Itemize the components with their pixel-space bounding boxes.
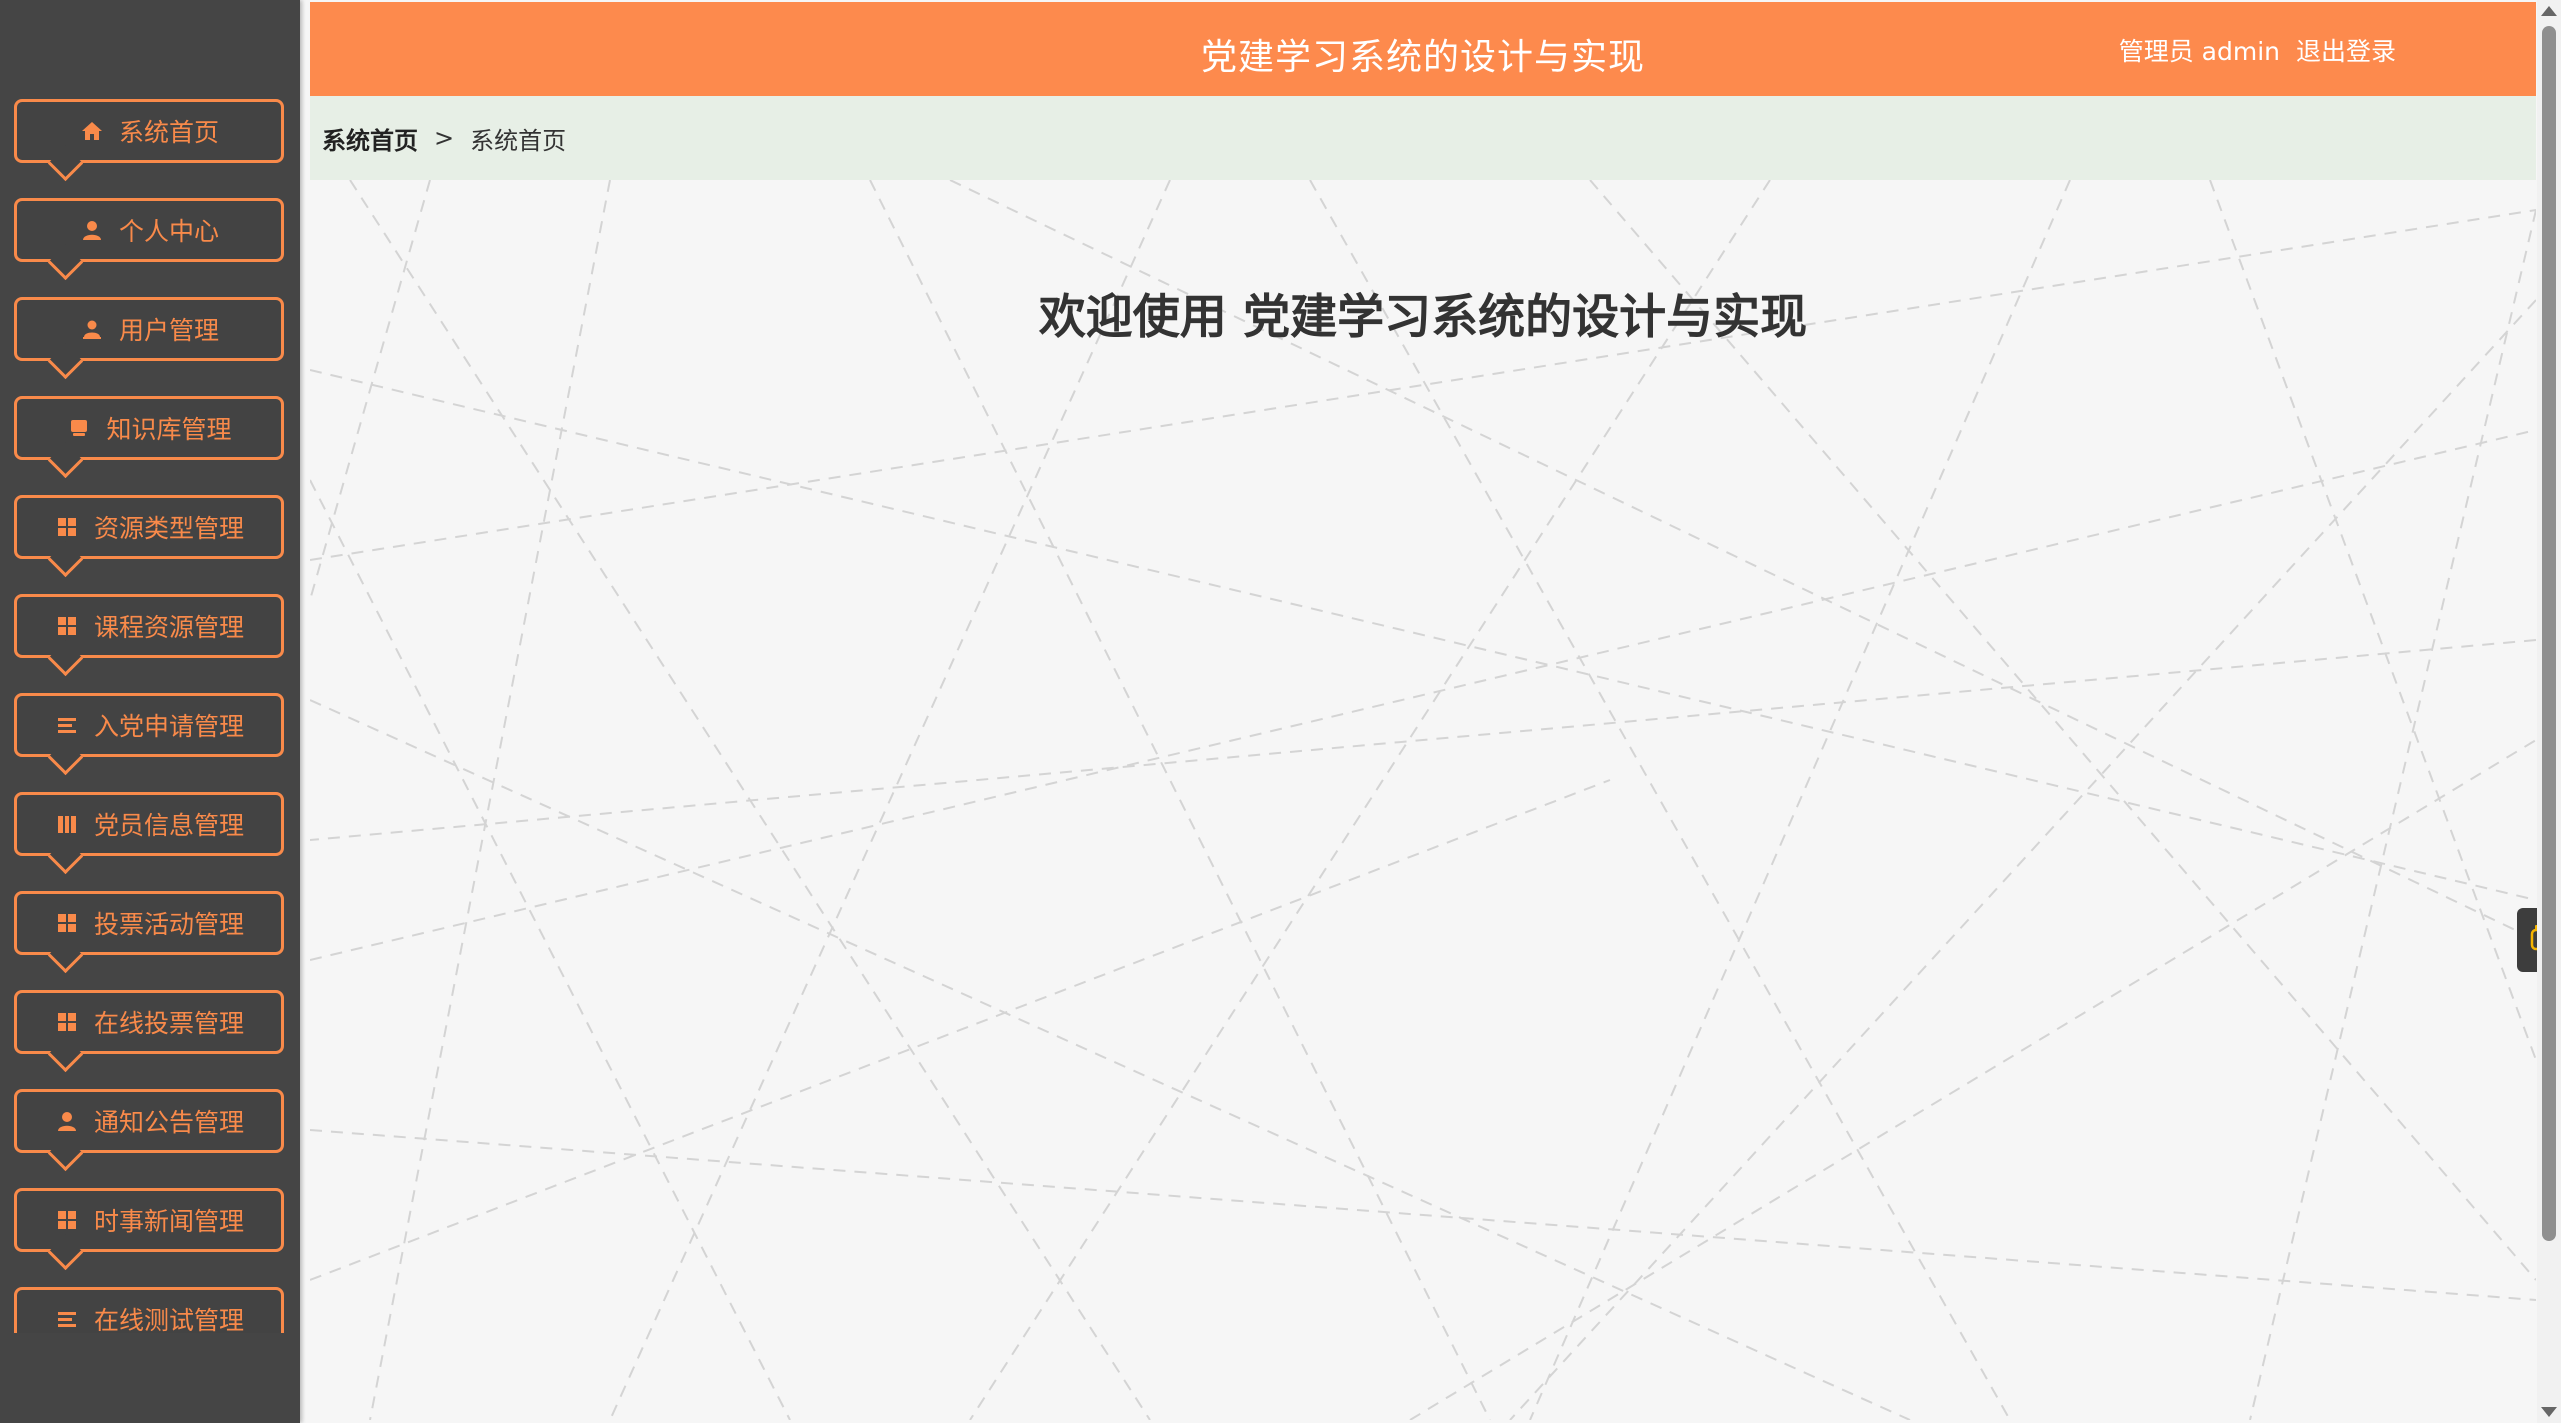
scroll-up-icon[interactable] (2541, 6, 2557, 16)
sidebar-item-label: 党员信息管理 (93, 811, 244, 840)
sidebar-item-member-info[interactable]: 党员信息管理 (14, 792, 284, 875)
menu-tail (47, 739, 84, 776)
menu-tail (47, 442, 84, 479)
grid-icon (54, 910, 80, 936)
user-icon (54, 1108, 80, 1134)
top-header: 党建学习系统的设计与实现 管理员 admin 退出登录 (310, 2, 2536, 96)
list-icon (54, 712, 80, 738)
menu-tail (47, 1234, 84, 1271)
sidebar-item-label: 知识库管理 (106, 415, 232, 444)
menu-tail (47, 838, 84, 875)
sidebar-item-knowledge-base[interactable]: 知识库管理 (14, 396, 284, 479)
sidebar-item-online-voting[interactable]: 在线投票管理 (14, 990, 284, 1073)
menu-tail (47, 541, 84, 578)
menu-tail (47, 640, 84, 677)
logout-button[interactable]: 退出登录 (2296, 32, 2396, 68)
grid-icon (54, 514, 80, 540)
background-pattern (310, 180, 2536, 1420)
main-content: 欢迎使用 党建学习系统的设计与实现 (310, 180, 2536, 1420)
sidebar-item-label: 投票活动管理 (93, 910, 244, 939)
breadcrumb-separator: > (434, 124, 455, 152)
grid-icon (54, 613, 80, 639)
sidebar-item-news[interactable]: 时事新闻管理 (14, 1188, 284, 1271)
sidebar-menu: 系统首页 个人中心 用户管理 知识库管理 资源类型管理 课程资源管理 入党申请管… (0, 0, 300, 1333)
home-icon (79, 118, 105, 144)
sidebar-item-label: 个人中心 (118, 217, 219, 246)
sidebar-item-label: 资源类型管理 (93, 514, 244, 543)
menu-tail (47, 937, 84, 974)
welcome-heading: 欢迎使用 党建学习系统的设计与实现 (1038, 290, 1808, 345)
book-icon (66, 415, 92, 441)
page: 系统首页 个人中心 用户管理 知识库管理 资源类型管理 课程资源管理 入党申请管… (0, 0, 2561, 1423)
menu-tail (47, 244, 84, 281)
page-scrollbar[interactable] (2537, 0, 2561, 1423)
sidebar-item-home[interactable]: 系统首页 (14, 99, 284, 182)
sidebar-item-course-resources[interactable]: 课程资源管理 (14, 594, 284, 677)
sidebar-item-label: 在线投票管理 (93, 1009, 244, 1038)
sidebar-item-label: 入党申请管理 (93, 712, 244, 741)
sidebar-item-resource-types[interactable]: 资源类型管理 (14, 495, 284, 578)
sidebar-item-label: 时事新闻管理 (93, 1207, 244, 1236)
grid-icon (54, 1009, 80, 1035)
breadcrumb: 系统首页 > 系统首页 (310, 96, 2536, 180)
sidebar: 系统首页 个人中心 用户管理 知识库管理 资源类型管理 课程资源管理 入党申请管… (0, 0, 300, 1423)
user-icon (79, 217, 105, 243)
user-role-label: 管理员 admin (2118, 37, 2280, 66)
scroll-down-icon[interactable] (2541, 1407, 2557, 1417)
breadcrumb-current: 系统首页 (470, 126, 567, 155)
user-icon (79, 316, 105, 342)
user-info: 管理员 admin 退出登录 (2119, 32, 2396, 68)
sidebar-item-announcements[interactable]: 通知公告管理 (14, 1089, 284, 1172)
sidebar-item-label: 课程资源管理 (93, 613, 244, 642)
sidebar-item-online-tests[interactable]: 在线测试管理 (14, 1287, 284, 1333)
sidebar-item-party-applications[interactable]: 入党申请管理 (14, 693, 284, 776)
menu-tail (47, 1135, 84, 1172)
sidebar-item-profile[interactable]: 个人中心 (14, 198, 284, 281)
breadcrumb-home-link[interactable]: 系统首页 (322, 121, 418, 156)
chart-icon (54, 811, 80, 837)
menu-tail (47, 343, 84, 380)
list-icon (54, 1306, 80, 1332)
menu-tail (47, 1036, 84, 1073)
sidebar-item-label: 用户管理 (118, 316, 219, 345)
sidebar-item-label: 系统首页 (118, 118, 219, 147)
grid-icon (54, 1207, 80, 1233)
sidebar-item-users[interactable]: 用户管理 (14, 297, 284, 380)
sidebar-item-vote-activities[interactable]: 投票活动管理 (14, 891, 284, 974)
scrollbar-thumb[interactable] (2542, 26, 2556, 1241)
menu-tail (47, 145, 84, 182)
sidebar-item-label: 在线测试管理 (93, 1306, 244, 1333)
sidebar-item-label: 通知公告管理 (93, 1108, 244, 1137)
